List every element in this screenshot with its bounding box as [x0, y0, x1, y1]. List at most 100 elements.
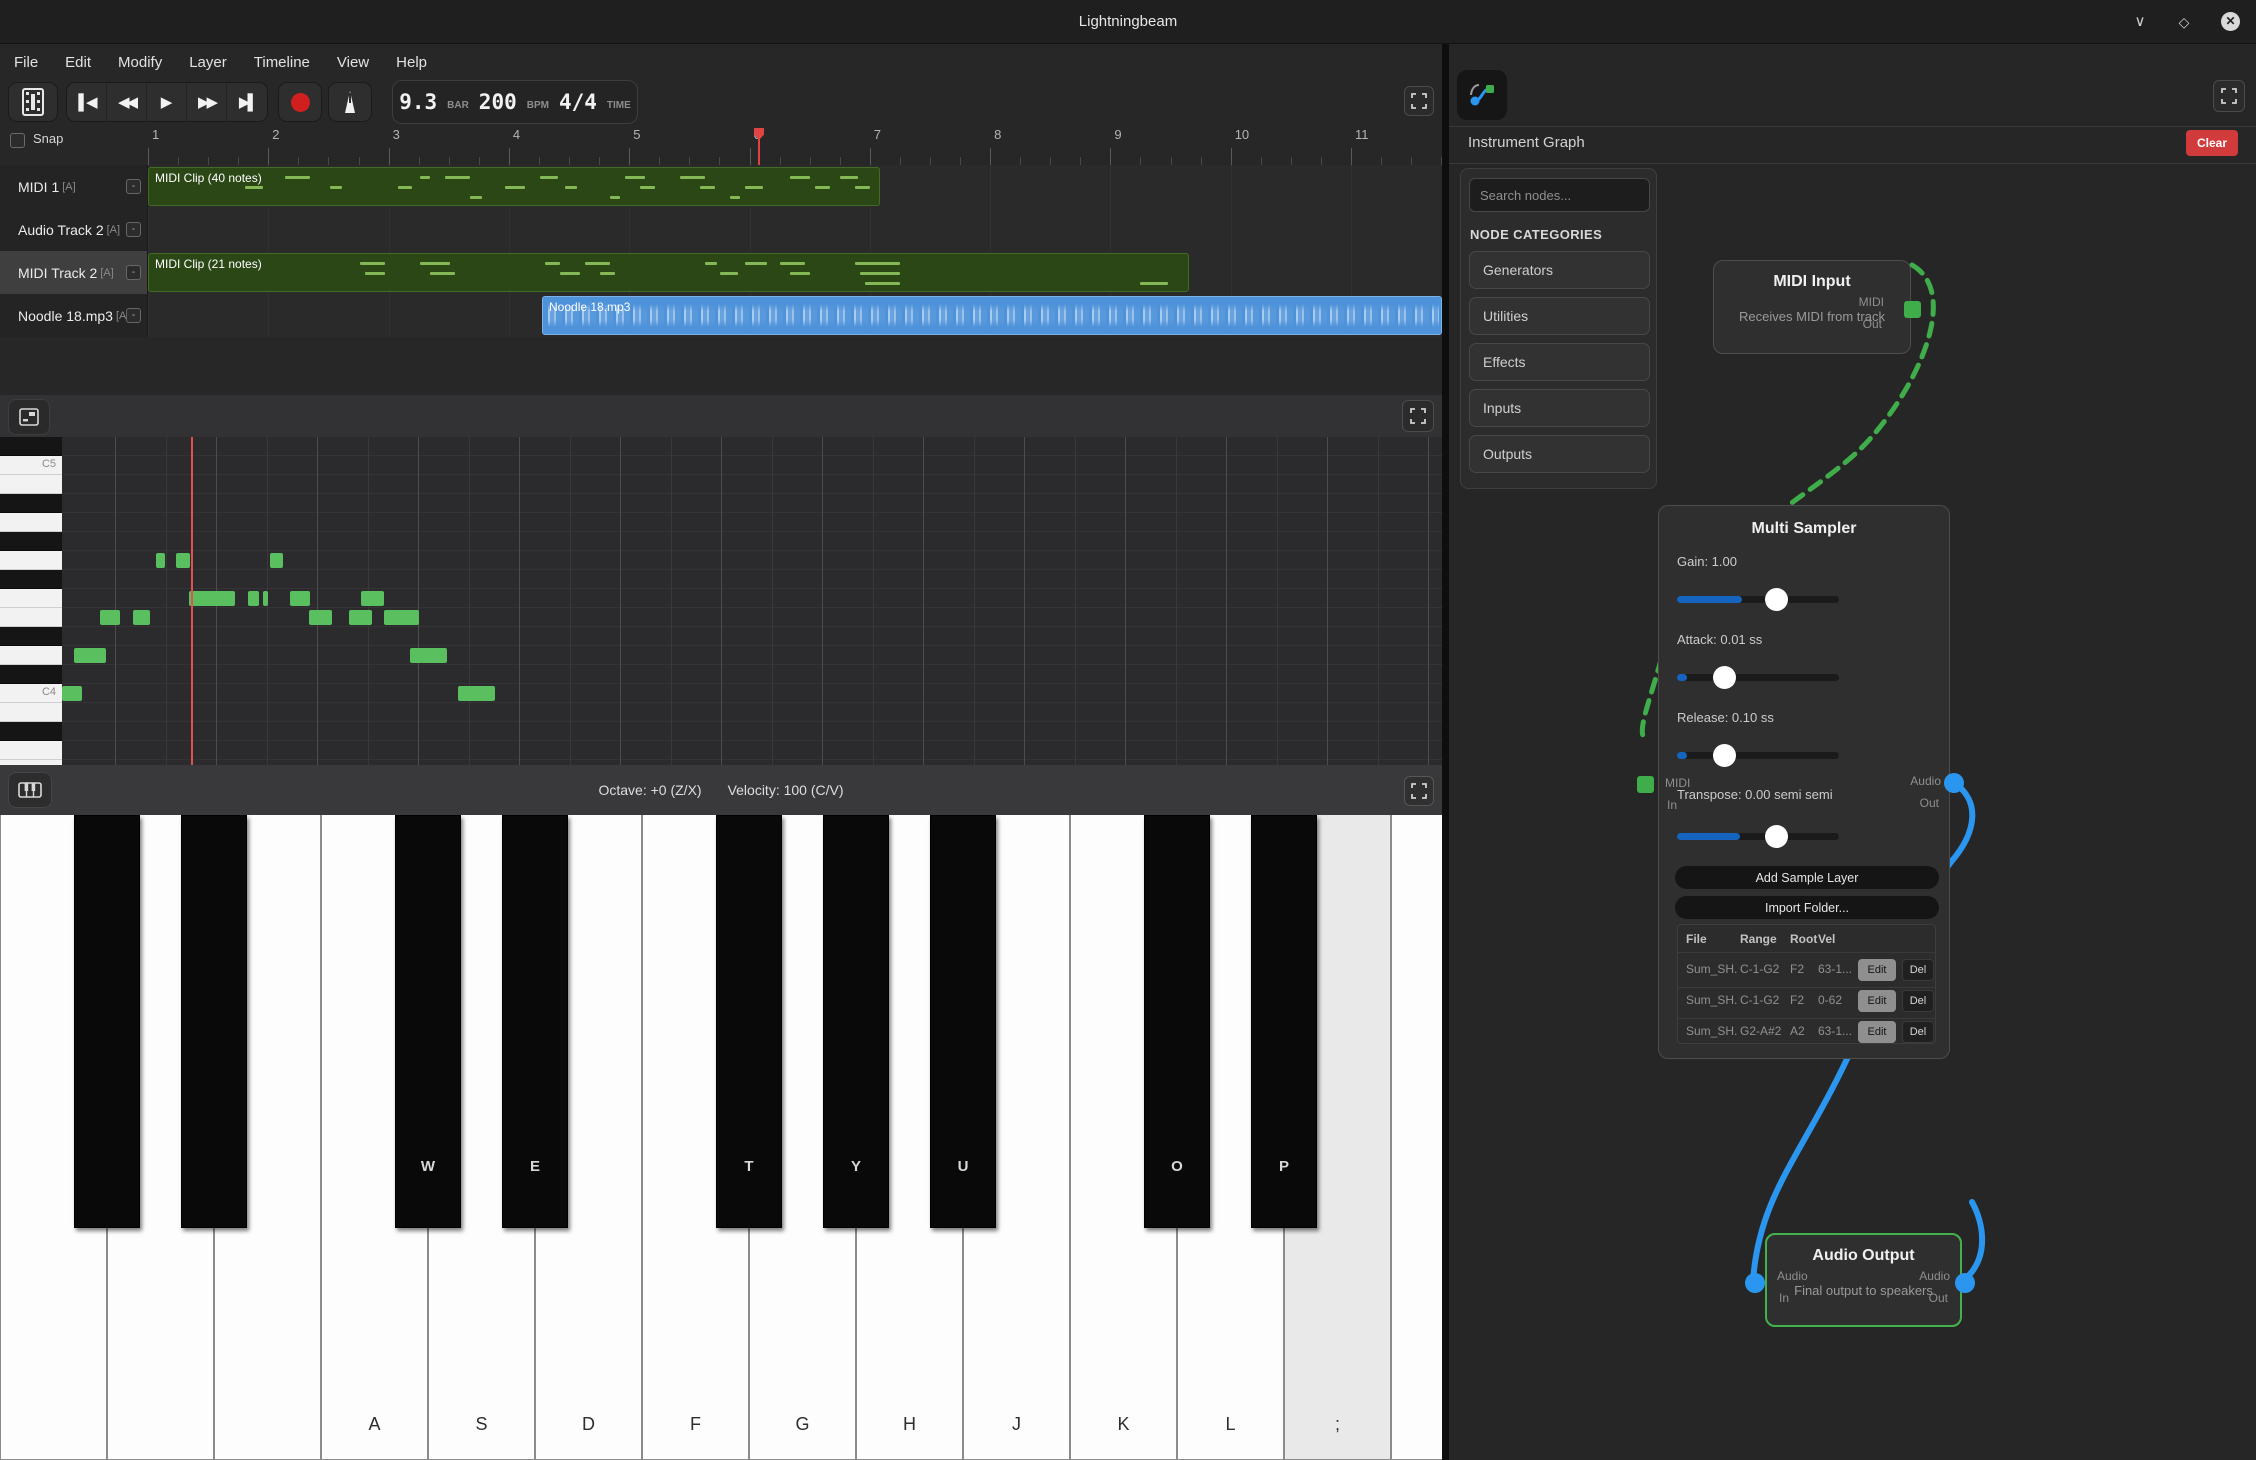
midi-note[interactable]: [248, 591, 259, 606]
roll-key[interactable]: [0, 608, 62, 627]
panel-divider[interactable]: [1442, 44, 1449, 1460]
node-multi-sampler[interactable]: Multi Sampler Gain: 1.00Attack: 0.01 ssR…: [1658, 505, 1950, 1059]
delete-layer-button[interactable]: Del: [1902, 990, 1934, 1012]
metronome-button[interactable]: [328, 82, 372, 122]
roll-playhead[interactable]: [191, 437, 193, 765]
node-midi-input[interactable]: MIDI Input Receives MIDI from track MIDI…: [1713, 260, 1911, 354]
track-lane-noodle-18-mp3[interactable]: Noodle 18.mp3: [148, 294, 1442, 337]
piano-roll-key-column[interactable]: C5C4: [0, 437, 62, 765]
edit-layer-button[interactable]: Edit: [1858, 1021, 1896, 1043]
midi-note[interactable]: [410, 648, 447, 663]
track-checkbox[interactable]: -: [126, 308, 141, 323]
roll-key[interactable]: [0, 475, 62, 494]
port-midi-in[interactable]: [1637, 776, 1654, 793]
roll-key[interactable]: [0, 646, 62, 665]
track-header-midi-1[interactable]: MIDI 1[A]-: [0, 165, 148, 208]
roll-key[interactable]: [0, 532, 62, 551]
keyboard-expand-button[interactable]: [1404, 776, 1434, 806]
timeline-playhead[interactable]: [758, 128, 760, 165]
roll-key[interactable]: [0, 627, 62, 646]
track-lane-midi-track-2[interactable]: MIDI Clip (21 notes): [148, 251, 1442, 294]
roll-key-c4[interactable]: C4: [0, 684, 62, 703]
midi-note[interactable]: [74, 648, 106, 663]
menu-item-help[interactable]: Help: [396, 54, 427, 71]
midi-note[interactable]: [176, 553, 190, 568]
menu-item-edit[interactable]: Edit: [65, 54, 91, 71]
node-audio-output[interactable]: Audio Output Final output to speakers Au…: [1765, 1233, 1962, 1327]
delete-layer-button[interactable]: Del: [1902, 959, 1934, 981]
piano-key-black-o[interactable]: O: [1144, 815, 1210, 1228]
track-checkbox[interactable]: -: [126, 179, 141, 194]
menu-item-file[interactable]: File: [14, 54, 38, 71]
roll-key[interactable]: [0, 665, 62, 684]
port-audio-out[interactable]: [1944, 773, 1964, 793]
timeline-ruler[interactable]: Snap1234567891011: [0, 126, 1442, 165]
midi-note[interactable]: [361, 591, 384, 606]
piano-roll[interactable]: C5C4: [0, 437, 1442, 765]
piano-key-black-p[interactable]: P: [1251, 815, 1317, 1228]
maximize-icon[interactable]: ◇: [2174, 12, 2194, 32]
midi-note[interactable]: [263, 591, 268, 606]
port-audio-in[interactable]: [1745, 1273, 1765, 1293]
piano-key-black[interactable]: [181, 815, 247, 1228]
import-folder-button[interactable]: Import Folder...: [1675, 896, 1939, 919]
minimize-icon[interactable]: ∨: [2130, 12, 2150, 32]
midi-note[interactable]: [349, 610, 372, 625]
rewind-button[interactable]: ◀◀: [107, 83, 147, 121]
edit-layer-button[interactable]: Edit: [1858, 959, 1896, 981]
midi-note[interactable]: [189, 591, 235, 606]
piano-roll-grid[interactable]: [62, 437, 1442, 765]
port-audio-out[interactable]: [1955, 1273, 1975, 1293]
menu-item-timeline[interactable]: Timeline: [254, 54, 310, 71]
track-lane-midi-1[interactable]: MIDI Clip (40 notes): [148, 165, 1442, 208]
midi-note[interactable]: [62, 686, 82, 701]
delete-layer-button[interactable]: Del: [1902, 1021, 1934, 1043]
slider-thumb[interactable]: [1765, 588, 1788, 611]
fast-forward-button[interactable]: ▶▶: [187, 83, 227, 121]
roll-key[interactable]: [0, 589, 62, 608]
port-midi-out[interactable]: [1904, 301, 1921, 318]
midi-note[interactable]: [156, 553, 165, 568]
track-header-audio-track-2[interactable]: Audio Track 2[A]-: [0, 208, 148, 251]
midi-note[interactable]: [133, 610, 150, 625]
menu-item-view[interactable]: View: [337, 54, 369, 71]
piano-key-black-t[interactable]: T: [716, 815, 782, 1228]
skip-end-button[interactable]: ▶▌: [227, 83, 267, 121]
roll-key[interactable]: [0, 703, 62, 722]
film-mode-button[interactable]: [8, 82, 58, 122]
snap-checkbox[interactable]: [10, 133, 25, 148]
skip-start-button[interactable]: ▌◀: [67, 83, 107, 121]
midi-note[interactable]: [290, 591, 310, 606]
roll-key[interactable]: [0, 551, 62, 570]
play-button[interactable]: ▶: [147, 83, 187, 121]
add-sample-layer-button[interactable]: Add Sample Layer: [1675, 866, 1939, 889]
param-slider-release[interactable]: [1677, 752, 1839, 759]
midi-note[interactable]: [384, 610, 419, 625]
roll-key[interactable]: [0, 494, 62, 513]
track-header-midi-track-2[interactable]: MIDI Track 2[A]-: [0, 251, 148, 294]
midi-note[interactable]: [458, 686, 495, 701]
piano-key-white[interactable]: [1391, 815, 1442, 1460]
piano-roll-expand-button[interactable]: [1402, 400, 1434, 432]
menu-item-modify[interactable]: Modify: [118, 54, 162, 71]
piano-key-black-w[interactable]: W: [395, 815, 461, 1228]
midi-note[interactable]: [309, 610, 332, 625]
slider-thumb[interactable]: [1713, 744, 1736, 767]
track-lane-audio-track-2[interactable]: [148, 208, 1442, 251]
transpose-slider[interactable]: [1677, 833, 1839, 840]
menu-item-layer[interactable]: Layer: [189, 54, 227, 71]
roll-key[interactable]: [0, 437, 62, 456]
slider-thumb[interactable]: [1765, 825, 1788, 848]
clip-midi-clip-21-notes[interactable]: MIDI Clip (21 notes): [148, 253, 1189, 292]
param-slider-attack[interactable]: [1677, 674, 1839, 681]
timeline-expand-button[interactable]: [1404, 86, 1434, 116]
roll-key[interactable]: [0, 741, 62, 760]
roll-key[interactable]: [0, 760, 62, 765]
record-button[interactable]: [278, 82, 322, 122]
midi-note[interactable]: [270, 553, 283, 568]
piano-key-black[interactable]: [74, 815, 140, 1228]
piano-key-black-u[interactable]: U: [930, 815, 996, 1228]
roll-key[interactable]: [0, 513, 62, 532]
slider-thumb[interactable]: [1713, 666, 1736, 689]
roll-key[interactable]: [0, 570, 62, 589]
